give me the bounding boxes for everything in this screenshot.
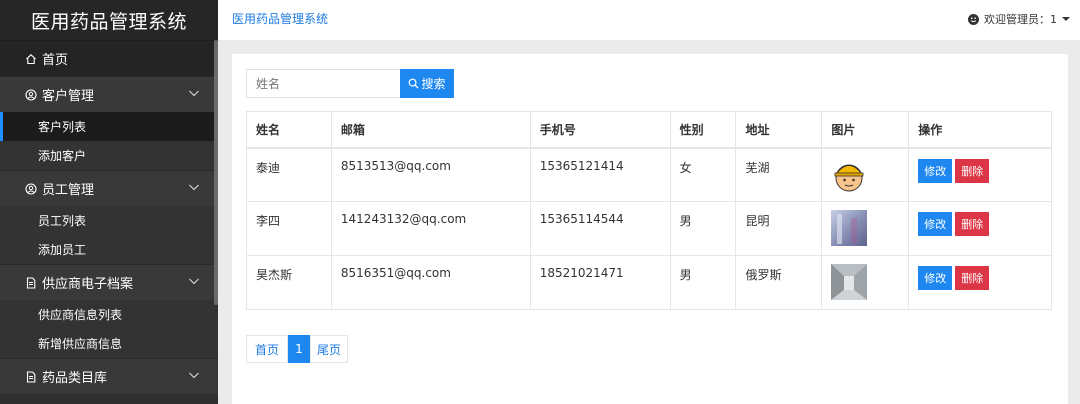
header-app-link[interactable]: 医用药品管理系统 — [232, 10, 328, 27]
sidebar-group-label: 供应商电子档案 — [42, 277, 134, 292]
delete-button[interactable]: 删除 — [955, 212, 990, 236]
sidebar-item-employee-list[interactable]: 员工列表 — [0, 206, 218, 235]
column-header: 手机号 — [529, 111, 671, 149]
column-header: 性别 — [669, 111, 737, 149]
column-header: 邮箱 — [330, 111, 531, 149]
edit-button[interactable]: 修改 — [918, 266, 953, 290]
sidebar-group-suppliers[interactable]: 供应商电子档案 — [0, 264, 218, 300]
search-button[interactable]: 搜索 — [400, 69, 454, 98]
cell-gender: 男 — [669, 255, 737, 310]
user-circle-icon — [24, 88, 38, 102]
top-header: 医用药品管理系统 欢迎管理员：1 — [218, 0, 1080, 40]
cell-phone: 18521021471 — [529, 255, 671, 310]
edit-button[interactable]: 修改 — [918, 158, 953, 183]
column-header: 地址 — [735, 111, 823, 149]
sidebar-group-employees[interactable]: 员工管理 — [0, 170, 218, 206]
chevron-down-icon — [188, 275, 200, 291]
table-row: 李四 141243132@qq.com 15365114544 男 昆明 修改删… — [246, 201, 1052, 256]
cell-actions: 修改 删除 — [908, 255, 1052, 310]
sidebar-item-supplier-list[interactable]: 供应商信息列表 — [0, 300, 218, 329]
user-circle-icon — [24, 182, 38, 196]
sidebar-item-add-customer[interactable]: 添加客户 — [0, 141, 218, 170]
search-input[interactable] — [246, 69, 400, 98]
main-panel: 搜索 姓名 邮箱 手机号 性别 地址 图片 操作 泰迪 8513513@qq.c… — [232, 54, 1068, 404]
sidebar-group-label: 药品类目库 — [42, 371, 108, 386]
page-first-link[interactable]: 首页 — [246, 335, 288, 363]
page-current[interactable]: 1 — [288, 335, 310, 363]
page-last-link[interactable]: 尾页 — [310, 335, 348, 363]
welcome-text: 欢迎管理员：1 — [984, 13, 1057, 26]
cell-email: 141243132@qq.com — [330, 201, 531, 256]
cell-actions: 修改 删除 — [908, 201, 1052, 256]
caret-down-icon — [1062, 17, 1070, 21]
chevron-down-icon — [188, 181, 200, 197]
document-icon — [24, 370, 38, 384]
column-header: 姓名 — [246, 111, 332, 149]
search-button-label: 搜索 — [421, 77, 446, 91]
cell-address: 昆明 — [735, 201, 823, 256]
column-header: 操作 — [908, 111, 1052, 149]
document-icon — [24, 276, 38, 290]
cell-name: 泰迪 — [246, 147, 332, 202]
cell-phone: 15365114544 — [529, 201, 671, 256]
sidebar-group-label: 员工管理 — [42, 183, 95, 198]
cell-image — [821, 255, 910, 310]
smile-icon — [968, 13, 979, 25]
home-icon — [24, 52, 38, 66]
search-icon — [409, 78, 419, 89]
corridor-photo — [831, 264, 868, 300]
cell-actions: 修改 删除 — [908, 147, 1052, 202]
cell-gender: 女 — [669, 147, 737, 202]
sidebar-item-add-supplier[interactable]: 新增供应商信息 — [0, 329, 218, 358]
sidebar-item-add-employee[interactable]: 添加员工 — [0, 235, 218, 264]
sidebar-group-label: 客户管理 — [42, 89, 95, 104]
sidebar-group-customers[interactable]: 客户管理 — [0, 76, 218, 112]
column-header: 图片 — [821, 111, 910, 149]
cell-gender: 男 — [669, 201, 737, 256]
cartoon-worker-avatar — [834, 164, 864, 191]
app-title: 医用药品管理系统 — [0, 0, 218, 40]
cell-name: 昊杰斯 — [246, 255, 332, 310]
cell-image — [821, 147, 910, 202]
cell-email: 8513513@qq.com — [330, 147, 531, 202]
sidebar-scrollbar[interactable] — [214, 40, 218, 305]
user-menu[interactable]: 欢迎管理员：1 — [968, 11, 1070, 27]
table-row: 泰迪 8513513@qq.com 15365121414 女 芜湖 修改 删除 — [246, 147, 1052, 202]
sidebar: 医用药品管理系统 首页 客户管理 客户列表 添加客户 员工管理 员工列表 添加员… — [0, 0, 218, 404]
blurry-photo — [831, 210, 868, 246]
sidebar-item-label: 首页 — [42, 53, 69, 68]
cell-image — [821, 201, 910, 256]
cell-address: 芜湖 — [735, 147, 823, 202]
pagination: 首页 1 尾页 — [246, 335, 348, 363]
sidebar-item-home[interactable]: 首页 — [0, 40, 218, 76]
delete-button[interactable]: 删除 — [955, 158, 990, 183]
customer-table: 姓名 邮箱 手机号 性别 地址 图片 操作 泰迪 8513513@qq.com … — [246, 111, 1052, 310]
cell-phone: 15365121414 — [529, 147, 671, 202]
chevron-down-icon — [188, 369, 200, 385]
cell-address: 俄罗斯 — [735, 255, 823, 310]
chevron-down-icon — [188, 87, 200, 103]
sidebar-group-drug-catalog[interactable]: 药品类目库 — [0, 358, 218, 394]
edit-button[interactable]: 修改 — [918, 212, 953, 236]
table-row: 昊杰斯 8516351@qq.com 18521021471 男 俄罗斯 修改删… — [246, 255, 1052, 310]
cell-email: 8516351@qq.com — [330, 255, 531, 310]
delete-button[interactable]: 删除 — [955, 266, 990, 290]
table-header-row: 姓名 邮箱 手机号 性别 地址 图片 操作 — [246, 111, 1052, 149]
cell-name: 李四 — [246, 201, 332, 256]
sidebar-item-customer-list[interactable]: 客户列表 — [0, 112, 218, 141]
